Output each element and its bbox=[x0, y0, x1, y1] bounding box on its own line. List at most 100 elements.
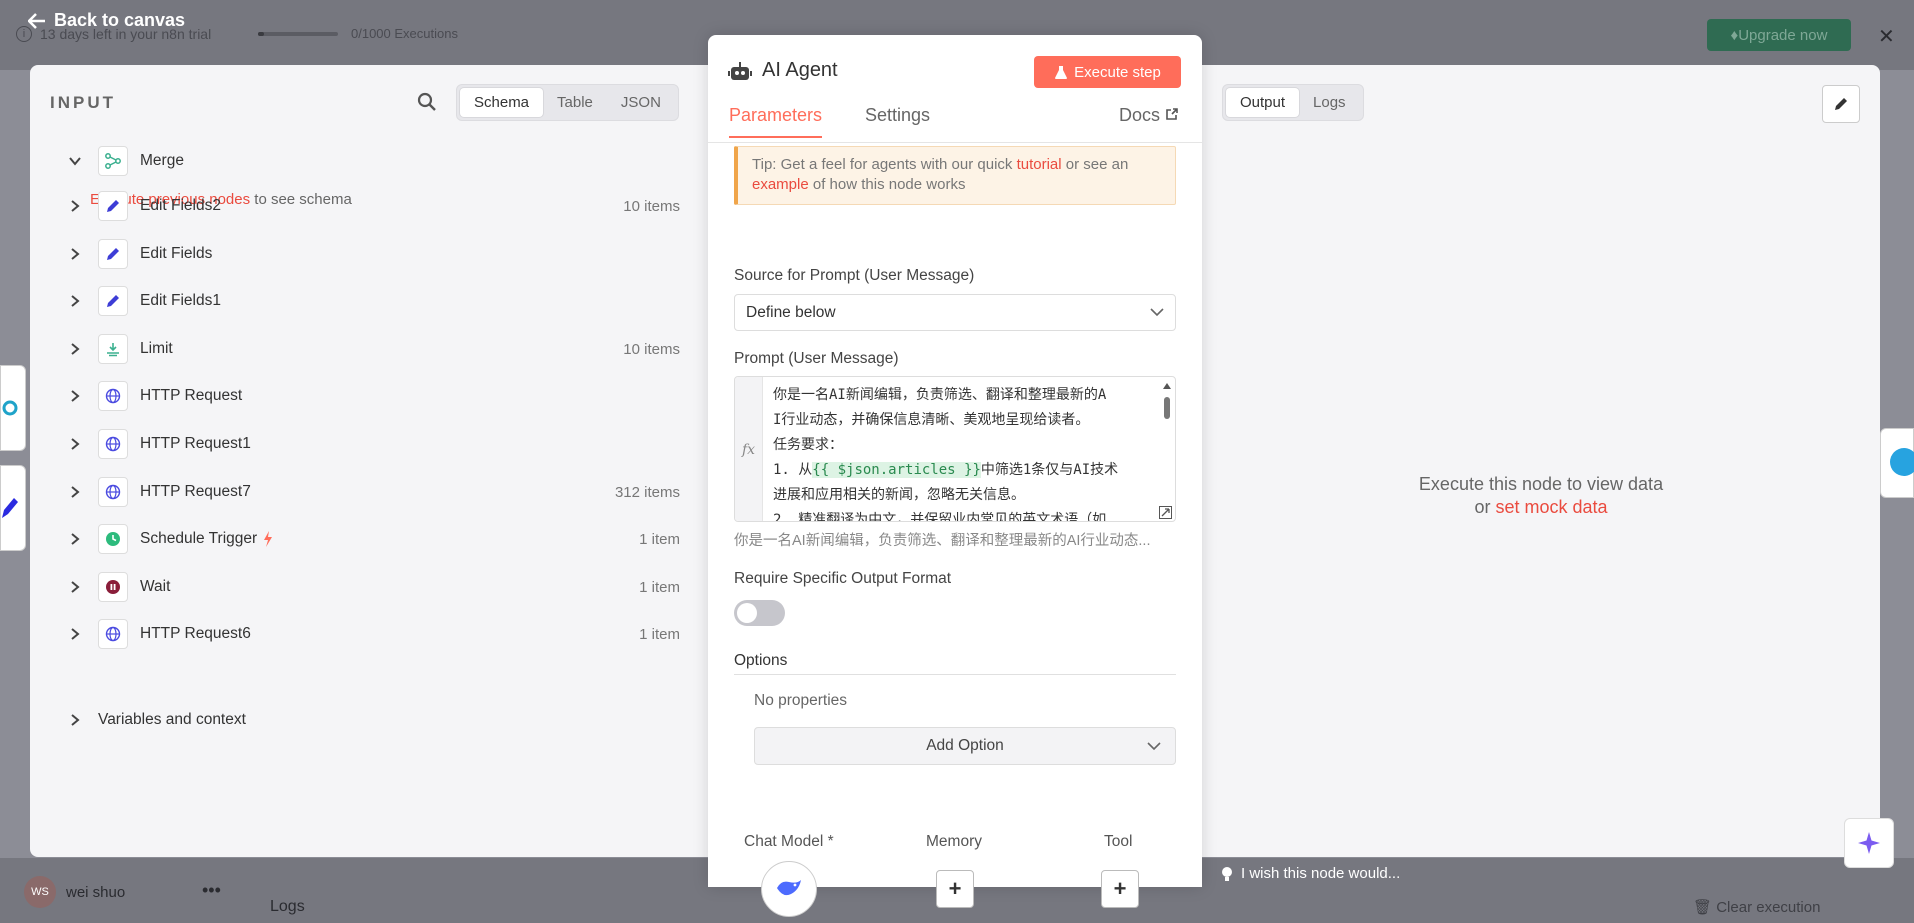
add-memory-button[interactable]: + bbox=[936, 870, 974, 908]
no-properties-text: No properties bbox=[754, 692, 848, 709]
chevron-right-icon[interactable] bbox=[68, 627, 82, 641]
set-mock-data-link[interactable]: set mock data bbox=[1495, 497, 1607, 517]
pencil-icon bbox=[98, 191, 128, 221]
tree-row[interactable]: HTTP Request bbox=[60, 380, 680, 412]
merge-icon bbox=[98, 146, 128, 176]
chevron-down-icon bbox=[1150, 308, 1164, 317]
source-select[interactable]: Define below bbox=[734, 294, 1176, 331]
tree-row-label: Limit bbox=[140, 340, 173, 357]
input-view-switch: Schema Table JSON bbox=[456, 84, 679, 121]
chevron-right-icon[interactable] bbox=[68, 294, 82, 308]
input-panel: INPUT Schema Table JSON Merge Execute pr… bbox=[30, 65, 708, 857]
prompt-preview: 你是一名AI新闻编辑，负责筛选、翻译和整理最新的AI行业动态... bbox=[734, 533, 1151, 549]
execute-step-button[interactable]: Execute step bbox=[1034, 56, 1181, 88]
tree-row-label: Edit Fields2 bbox=[140, 197, 221, 214]
tip-callout: Tip: Get a feel for agents with our quic… bbox=[734, 146, 1176, 205]
pause-icon bbox=[98, 572, 128, 602]
memory-label: Memory bbox=[926, 833, 982, 850]
schema-tab[interactable]: Schema bbox=[460, 88, 544, 117]
chevron-right-icon[interactable] bbox=[68, 199, 82, 213]
clear-execution-button[interactable]: 🗑 Clear execution bbox=[1693, 898, 1820, 916]
chevron-right-icon[interactable] bbox=[68, 485, 82, 499]
json-tab[interactable]: JSON bbox=[607, 88, 675, 117]
tree-row[interactable]: HTTP Request7 312 items bbox=[60, 476, 680, 508]
tree-row[interactable]: Edit Fields2 10 items bbox=[60, 190, 680, 222]
sparkle-icon bbox=[1858, 832, 1880, 854]
tree-row[interactable]: Schedule Trigger 1 item bbox=[60, 523, 680, 555]
pencil-icon bbox=[98, 286, 128, 316]
resize-icon[interactable] bbox=[1159, 506, 1172, 519]
chevron-right-icon[interactable] bbox=[68, 532, 82, 546]
input-title: INPUT bbox=[50, 93, 116, 112]
tree-row-merge[interactable]: Merge bbox=[60, 145, 680, 177]
ai-assistant-button[interactable] bbox=[1844, 818, 1894, 868]
tree-row-variables[interactable]: Variables and context bbox=[60, 704, 680, 736]
item-count: 312 items bbox=[614, 483, 680, 501]
prompt-text[interactable]: 你是一名AI新闻编辑，负责筛选、翻译和整理最新的A I行业动态，并确保信息清晰、… bbox=[773, 383, 1148, 521]
chevron-right-icon[interactable] bbox=[68, 580, 82, 594]
format-toggle[interactable] bbox=[734, 600, 785, 626]
chevron-right-icon[interactable] bbox=[68, 247, 82, 261]
chevron-right-icon[interactable] bbox=[68, 437, 82, 451]
tree-row[interactable]: Edit Fields1 bbox=[60, 285, 680, 317]
add-option-button[interactable]: Add Option bbox=[754, 727, 1176, 765]
options-label: Options bbox=[734, 652, 788, 669]
tree-row[interactable]: Limit 10 items bbox=[60, 333, 680, 365]
prompt-scrollbar[interactable] bbox=[1163, 383, 1171, 503]
item-count: 1 item bbox=[639, 530, 680, 548]
clock-icon bbox=[98, 524, 128, 554]
tree-row[interactable]: Wait 1 item bbox=[60, 571, 680, 603]
upgrade-button[interactable]: ♦ Upgrade now bbox=[1707, 19, 1851, 51]
avatar: WS bbox=[24, 876, 56, 908]
globe-icon bbox=[98, 429, 128, 459]
back-to-canvas-link[interactable]: Back to canvas bbox=[28, 10, 185, 31]
output-tab[interactable]: Output bbox=[1226, 88, 1300, 117]
tab-settings[interactable]: Settings bbox=[865, 105, 930, 136]
chevron-right-icon[interactable] bbox=[68, 342, 82, 356]
pencil-icon bbox=[98, 239, 128, 269]
item-count: 10 items bbox=[623, 197, 680, 215]
canvas-pencil-icon bbox=[2, 498, 18, 518]
search-icon[interactable] bbox=[416, 91, 438, 113]
chat-model-node[interactable] bbox=[761, 861, 817, 917]
tab-parameters[interactable]: Parameters bbox=[729, 105, 823, 138]
chevron-down-icon bbox=[1147, 742, 1161, 751]
format-label: Require Specific Output Format bbox=[734, 570, 952, 587]
source-label: Source for Prompt (User Message) bbox=[734, 267, 975, 284]
feedback-link[interactable]: I wish this node would... bbox=[1221, 865, 1400, 882]
tree-row[interactable]: HTTP Request6 1 item bbox=[60, 618, 680, 650]
tree-row-label: Edit Fields bbox=[140, 245, 213, 262]
expression-token: {{ $json.articles }} bbox=[812, 462, 981, 478]
node-title[interactable]: AI Agent bbox=[762, 59, 838, 82]
table-tab[interactable]: Table bbox=[543, 88, 607, 117]
pencil-icon bbox=[1835, 98, 1847, 110]
more-icon[interactable]: ••• bbox=[202, 880, 221, 901]
logs-tab[interactable]: Logs bbox=[1299, 88, 1360, 117]
trash-icon: 🗑 bbox=[1693, 899, 1713, 916]
user-menu[interactable]: WS wei shuo bbox=[24, 876, 125, 908]
docs-link[interactable]: Docs bbox=[1119, 105, 1178, 136]
prompt-editor[interactable]: fx 你是一名AI新闻编辑，负责筛选、翻译和整理最新的A I行业动态，并确保信息… bbox=[734, 376, 1176, 522]
deepseek-icon bbox=[777, 880, 801, 896]
user-name: wei shuo bbox=[66, 883, 126, 901]
example-link[interactable]: example bbox=[752, 176, 809, 193]
tree-row-label: HTTP Request7 bbox=[140, 483, 251, 500]
tree-row[interactable]: Edit Fields bbox=[60, 238, 680, 270]
chevron-down-icon[interactable] bbox=[68, 154, 82, 168]
telegram-icon bbox=[1890, 448, 1914, 476]
tutorial-link[interactable]: tutorial bbox=[1017, 156, 1062, 173]
chevron-right-icon[interactable] bbox=[68, 389, 82, 403]
chat-model-label: Chat Model * bbox=[744, 833, 834, 850]
executions-count: 0/1000 Executions bbox=[351, 26, 458, 41]
prompt-label: Prompt (User Message) bbox=[734, 350, 899, 367]
add-tool-button[interactable]: + bbox=[1101, 870, 1139, 908]
tree-row-label: HTTP Request6 bbox=[140, 625, 251, 642]
chevron-right-icon[interactable] bbox=[68, 713, 82, 727]
edit-output-button[interactable] bbox=[1822, 85, 1860, 123]
tree-row[interactable]: HTTP Request1 bbox=[60, 428, 680, 460]
globe-icon bbox=[98, 381, 128, 411]
tool-label: Tool bbox=[1104, 833, 1133, 850]
robot-icon bbox=[728, 62, 752, 80]
close-icon[interactable]: ✕ bbox=[1878, 24, 1895, 49]
node-tabs: Parameters Settings Docs bbox=[708, 105, 1202, 143]
